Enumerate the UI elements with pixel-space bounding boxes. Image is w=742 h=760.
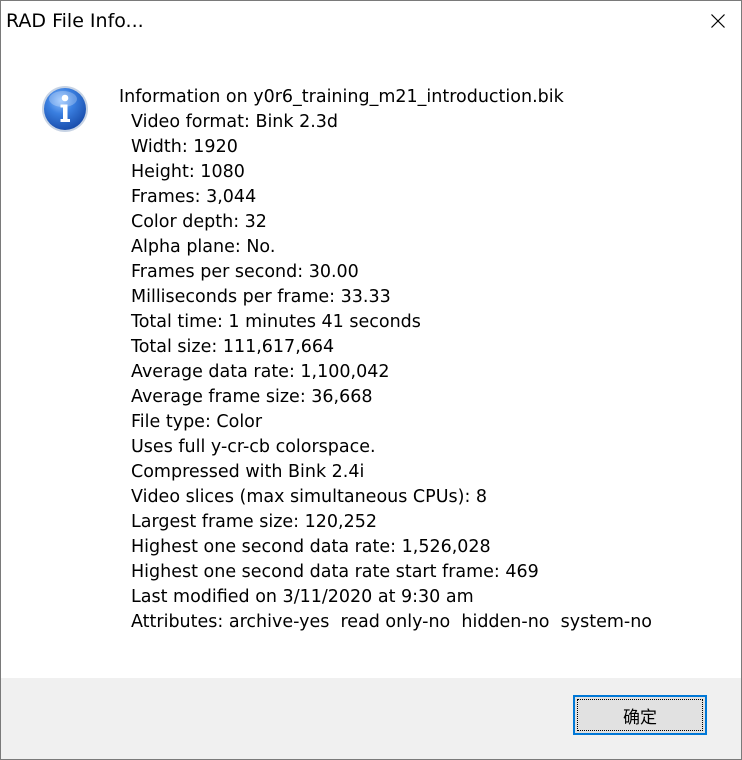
detail-line: Alpha plane: No.: [131, 237, 276, 257]
detail-line: Total size: 111,617,664: [131, 337, 335, 357]
window-title: RAD File Info...: [6, 10, 144, 32]
detail-line: Frames: 3,044: [131, 187, 257, 207]
detail-line: File type: Color: [131, 412, 263, 432]
info-icon: [41, 85, 89, 133]
detail-line: Highest one second data rate: 1,526,028: [131, 537, 491, 557]
title-bar: RAD File Info...: [1, 1, 741, 41]
close-button[interactable]: [695, 1, 741, 41]
message-heading: Information on y0r6_training_m21_introdu…: [119, 87, 564, 107]
button-bar: 确定: [1, 678, 741, 759]
detail-line: Milliseconds per frame: 33.33: [131, 287, 391, 307]
detail-line: Video slices (max simultaneous CPUs): 8: [131, 487, 488, 507]
detail-line: Uses full y-cr-cb colorspace.: [131, 437, 376, 457]
ok-button[interactable]: 确定: [573, 695, 707, 735]
close-icon: [711, 14, 725, 28]
detail-line: Frames per second: 30.00: [131, 262, 359, 282]
ok-button-label: 确定: [623, 707, 657, 728]
detail-line: Video format: Bink 2.3d: [131, 112, 339, 132]
detail-line: Last modified on 3/11/2020 at 9:30 am: [131, 587, 474, 607]
detail-line: Total time: 1 minutes 41 seconds: [131, 312, 421, 332]
detail-line: Height: 1080: [131, 162, 245, 182]
detail-line: Average data rate: 1,100,042: [131, 362, 390, 382]
detail-line: Color depth: 32: [131, 212, 267, 232]
detail-line: Largest frame size: 120,252: [131, 512, 377, 532]
detail-line: Highest one second data rate start frame…: [131, 562, 539, 582]
detail-list: Video format: Bink 2.3d Width: 1920 Height…: [119, 110, 719, 635]
detail-line: Compressed with Bink 2.4i: [131, 462, 365, 482]
detail-line: Average frame size: 36,668: [131, 387, 373, 407]
detail-line: Attributes: archive-yes read only-no hid…: [131, 612, 653, 632]
detail-line: Width: 1920: [131, 137, 238, 157]
dialog-window: RAD File Info... Information on y0r6_tra…: [0, 0, 742, 760]
message-area: Information on y0r6_training_m21_introdu…: [119, 85, 719, 635]
